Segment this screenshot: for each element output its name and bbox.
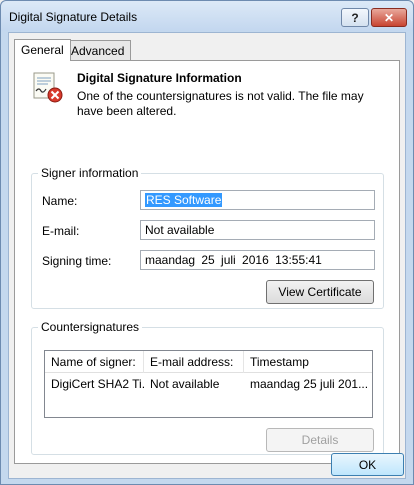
signing-time-label: Signing time: — [42, 254, 112, 268]
help-button[interactable]: ? — [341, 8, 369, 27]
signing-time-field[interactable]: maandag 25 juli 2016 13:55:41 — [140, 250, 375, 270]
email-field[interactable]: Not available — [140, 220, 375, 240]
signer-information-group: Signer information Name: RES Software E-… — [31, 166, 384, 309]
countersignatures-list[interactable]: Name of signer: E-mail address: Timestam… — [44, 350, 373, 418]
window-title: Digital Signature Details — [9, 10, 138, 24]
name-value: RES Software — [145, 193, 223, 207]
cell-email: Not available — [150, 377, 220, 391]
name-field[interactable]: RES Software — [140, 190, 375, 210]
ok-button[interactable]: OK — [331, 453, 404, 476]
close-button[interactable]: ✕ — [371, 8, 407, 27]
info-title: Digital Signature Information — [77, 71, 242, 85]
email-label: E-mail: — [42, 224, 80, 238]
tab-general[interactable]: General — [14, 39, 71, 61]
countersignatures-group-legend: Countersignatures — [38, 320, 143, 334]
tab-panel-general: Digital Signature Information One of the… — [14, 60, 400, 464]
countersignatures-group: Countersignatures Name of signer: E-mail… — [31, 320, 384, 455]
name-label: Name: — [42, 194, 78, 208]
dialog-window: Digital Signature Details ? ✕ General Ad… — [0, 0, 414, 485]
list-header: Name of signer: E-mail address: Timestam… — [45, 351, 372, 373]
column-email-address[interactable]: E-mail address: — [144, 351, 244, 373]
tab-advanced[interactable]: Advanced — [64, 40, 132, 60]
dialog-client-area: General Advanced Digital Signature Infor… — [8, 32, 406, 479]
column-name-of-signer[interactable]: Name of signer: — [45, 351, 144, 373]
column-timestamp[interactable]: Timestamp — [244, 351, 372, 373]
cell-timestamp: maandag 25 juli 201... — [250, 377, 369, 391]
signer-group-legend: Signer information — [38, 166, 142, 180]
info-message: One of the countersignatures is not vali… — [77, 89, 364, 118]
certificate-error-icon — [33, 72, 63, 103]
title-bar[interactable]: Digital Signature Details ? ✕ — [1, 1, 413, 31]
list-item[interactable]: DigiCert SHA2 Ti... Not available maanda… — [45, 373, 372, 395]
details-button[interactable]: Details — [266, 428, 374, 452]
view-certificate-button[interactable]: View Certificate — [266, 280, 374, 304]
cell-signer-name: DigiCert SHA2 Ti... — [51, 377, 144, 391]
